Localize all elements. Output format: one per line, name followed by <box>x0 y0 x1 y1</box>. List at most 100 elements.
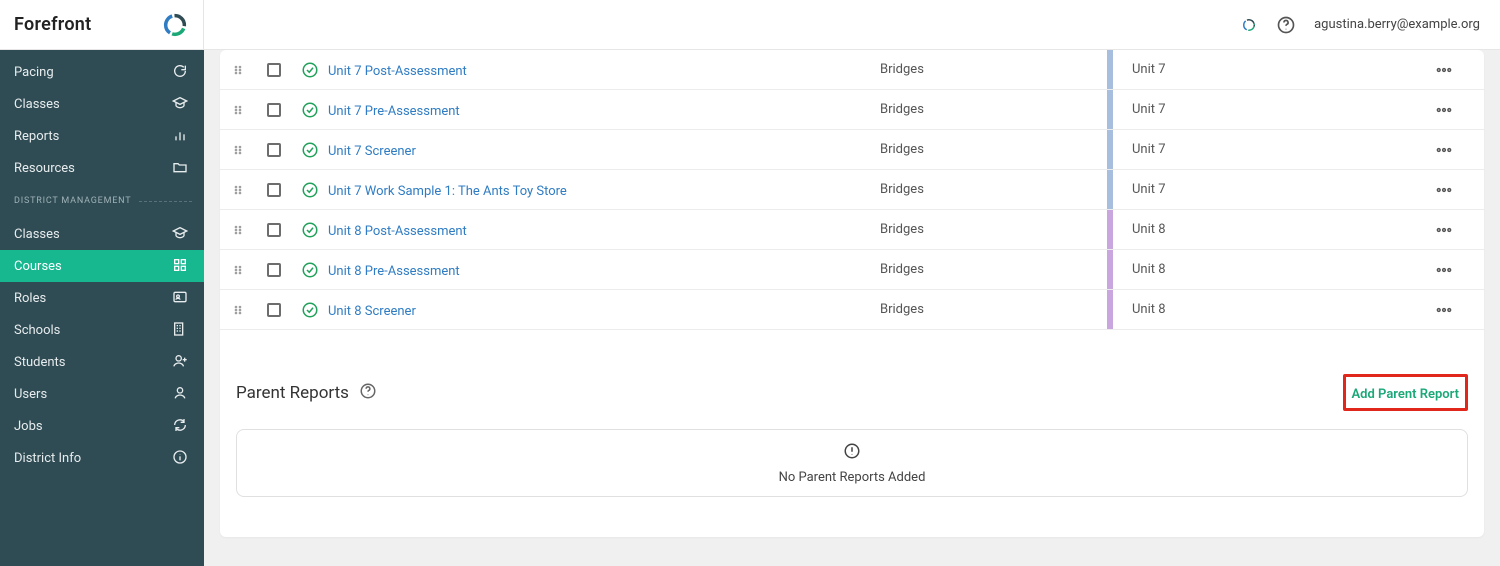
assessment-link[interactable]: Unit 7 Post-Assessment <box>328 64 467 79</box>
sidebar-item-district-info[interactable]: District Info <box>0 442 204 474</box>
sidebar-item-classes[interactable]: Classes <box>0 218 204 250</box>
sidebar-item-pacing[interactable]: Pacing <box>0 56 204 88</box>
sidebar-item-users[interactable]: Users <box>0 378 204 410</box>
table-row: Unit 8 Post-Assessment Bridges Unit 8 <box>220 210 1484 250</box>
assessment-unit: Unit 7 <box>1114 182 1414 197</box>
sidebar: Forefront PacingClassesReportsResources … <box>0 0 204 566</box>
drag-handle-icon[interactable] <box>220 304 256 316</box>
table-row: Unit 7 Pre-AssessmentBridgesUnit 7 <box>220 90 1484 130</box>
nav-label: Users <box>14 387 47 402</box>
row-checkbox[interactable] <box>256 183 292 197</box>
check-circle-icon <box>292 181 328 199</box>
row-checkbox[interactable] <box>256 103 292 117</box>
unit-color-stripe <box>1107 290 1113 329</box>
unit-color-stripe <box>1107 50 1113 89</box>
assessment-unit: Unit 7 <box>1114 102 1414 117</box>
nav-label: Jobs <box>14 419 43 434</box>
parent-reports-header: Parent Reports Add Parent Report <box>220 330 1484 423</box>
assessment-title: Unit 8 Pre-Assessment <box>328 260 880 279</box>
table-row: Unit 8 ScreenerBridgesUnit 8 <box>220 290 1484 330</box>
row-actions-button[interactable] <box>1414 141 1474 159</box>
user-plus-icon <box>172 353 190 371</box>
help-icon[interactable] <box>1276 15 1296 35</box>
drag-handle-icon[interactable] <box>220 224 256 236</box>
topbar: agustina.berry@example.org <box>204 0 1500 50</box>
nav-label: Pacing <box>14 65 54 80</box>
nav-label: Reports <box>14 129 59 144</box>
sidebar-item-students[interactable]: Students <box>0 346 204 378</box>
table-row: Unit 7 Post-AssessmentBridgesUnit 7 <box>220 50 1484 90</box>
assessment-unit: Unit 8 <box>1114 262 1414 277</box>
info-icon <box>172 449 190 467</box>
nav-label: Classes <box>14 227 60 242</box>
sidebar-item-roles[interactable]: Roles <box>0 282 204 314</box>
check-circle-icon <box>292 61 328 79</box>
row-actions-button[interactable] <box>1414 221 1474 239</box>
main-area: agustina.berry@example.org Unit 7 Post-A… <box>204 0 1500 566</box>
check-circle-icon <box>292 301 328 319</box>
check-circle-icon <box>292 221 328 239</box>
row-checkbox[interactable] <box>256 303 292 317</box>
empty-message: No Parent Reports Added <box>779 470 926 485</box>
help-icon[interactable] <box>359 382 377 404</box>
drag-handle-icon[interactable] <box>220 184 256 196</box>
check-circle-icon <box>292 101 328 119</box>
row-checkbox[interactable] <box>256 63 292 77</box>
row-checkbox[interactable] <box>256 143 292 157</box>
unit-color-stripe <box>1107 170 1113 209</box>
management-nav: Classes Courses Roles Schools Students Users J… <box>0 212 204 474</box>
nav-label: Resources <box>14 161 75 176</box>
nav-label: Courses <box>14 259 62 274</box>
assessment-title: Unit 7 Work Sample 1: The Ants Toy Store <box>328 180 880 199</box>
nav-label: Roles <box>14 291 46 306</box>
content-scroll[interactable]: Unit 7 Post-AssessmentBridgesUnit 7Unit … <box>204 50 1500 566</box>
add-parent-report-button[interactable]: Add Parent Report <box>1352 387 1460 402</box>
sidebar-item-schools[interactable]: Schools <box>0 314 204 346</box>
assessment-unit: Unit 7 <box>1114 142 1414 157</box>
assessment-source: Bridges <box>880 302 1106 317</box>
assessment-link[interactable]: Unit 8 Pre-Assessment <box>328 264 460 279</box>
sidebar-item-jobs[interactable]: Jobs <box>0 410 204 442</box>
user-email[interactable]: agustina.berry@example.org <box>1314 17 1480 32</box>
drag-handle-icon[interactable] <box>220 264 256 276</box>
assessment-link[interactable]: Unit 8 Screener <box>328 304 416 319</box>
assessment-link[interactable]: Unit 7 Pre-Assessment <box>328 104 460 119</box>
assessment-source: Bridges <box>880 262 1106 277</box>
row-actions-button[interactable] <box>1414 101 1474 119</box>
assessment-title: Unit 8 Screener <box>328 300 880 319</box>
row-checkbox[interactable] <box>256 223 292 237</box>
grad-cap-icon <box>172 225 190 243</box>
nav-label: Students <box>14 355 66 370</box>
check-circle-icon <box>292 141 328 159</box>
sidebar-item-resources[interactable]: Resources <box>0 152 204 184</box>
assessment-link[interactable]: Unit 7 Work Sample 1: The Ants Toy Store <box>328 184 567 199</box>
sidebar-item-classes[interactable]: Classes <box>0 88 204 120</box>
row-actions-button[interactable] <box>1414 301 1474 319</box>
unit-color-stripe <box>1107 210 1113 249</box>
add-parent-report-highlight: Add Parent Report <box>1343 374 1469 411</box>
course-card: Unit 7 Post-AssessmentBridgesUnit 7Unit … <box>220 50 1484 537</box>
assessment-source: Bridges <box>880 62 1106 77</box>
nav-label: Schools <box>14 323 60 338</box>
assessment-link[interactable]: Unit 7 Screener <box>328 144 416 159</box>
drag-handle-icon[interactable] <box>220 104 256 116</box>
assessment-title: Unit 7 Screener <box>328 140 880 159</box>
assessment-unit: Unit 8 <box>1114 222 1414 237</box>
sidebar-item-courses[interactable]: Courses <box>0 250 204 282</box>
sidebar-item-reports[interactable]: Reports <box>0 120 204 152</box>
alert-icon <box>843 442 861 464</box>
status-ring-icon[interactable] <box>1240 16 1258 34</box>
drag-handle-icon[interactable] <box>220 144 256 156</box>
unit-color-stripe <box>1107 90 1113 129</box>
table-row: Unit 7 Work Sample 1: The Ants Toy Store… <box>220 170 1484 210</box>
row-checkbox[interactable] <box>256 263 292 277</box>
row-actions-button[interactable] <box>1414 61 1474 79</box>
row-actions-button[interactable] <box>1414 261 1474 279</box>
bar-chart-icon <box>172 127 190 145</box>
assessment-link[interactable]: Unit 8 Post-Assessment <box>328 224 467 239</box>
assessment-source: Bridges <box>880 142 1106 157</box>
row-actions-button[interactable] <box>1414 181 1474 199</box>
assessment-source: Bridges <box>880 222 1106 237</box>
drag-handle-icon[interactable] <box>220 64 256 76</box>
divider-icon <box>139 201 192 202</box>
